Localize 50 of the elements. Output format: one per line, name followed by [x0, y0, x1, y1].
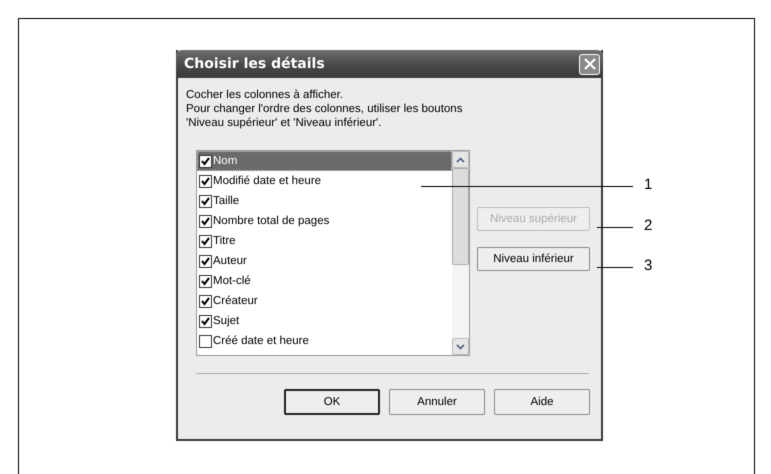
dialog-button[interactable]: Annuler	[389, 389, 485, 415]
list-item[interactable]: Nom	[197, 151, 452, 171]
window-title: Choisir les détails	[184, 56, 325, 72]
list-item[interactable]: Modifié date et heure	[197, 171, 452, 191]
dialog-button[interactable]: OK	[284, 389, 380, 415]
checkbox[interactable]	[199, 234, 212, 248]
item-label: Sujet	[213, 315, 240, 327]
checkbox[interactable]	[199, 214, 212, 228]
checkbox[interactable]	[199, 154, 212, 168]
item-label: Mot-clé	[213, 275, 251, 287]
list-item[interactable]: Taille	[197, 191, 452, 211]
leader-line	[597, 227, 633, 228]
scroll-thumb[interactable]	[452, 168, 469, 265]
scroll-down-icon[interactable]	[456, 344, 465, 350]
callout-number: 3	[644, 257, 652, 274]
list-item[interactable]: Auteur	[197, 251, 452, 271]
close-icon	[584, 58, 596, 70]
leader-line	[597, 267, 633, 268]
checkbox[interactable]	[199, 274, 212, 288]
callout-number: 1	[644, 176, 652, 193]
level-button[interactable]: Niveau inférieur	[477, 247, 590, 271]
list-item[interactable]: Créé date et heure	[197, 331, 452, 351]
checkbox[interactable]	[199, 294, 212, 308]
item-label: Nombre total de pages	[213, 215, 330, 227]
list-item[interactable]: Créateur	[197, 291, 452, 311]
list-item[interactable]: Titre	[197, 231, 452, 251]
list-item[interactable]: Nombre total de pages	[197, 211, 452, 231]
item-label: Titre	[213, 235, 236, 247]
dialog-button[interactable]: Aide	[494, 389, 590, 415]
instruction-text: Pour changer l'ordre des colonnes, utiliser les boutons	[186, 102, 464, 116]
list-item[interactable]: Sujet	[197, 311, 452, 331]
close-button[interactable]	[579, 54, 600, 74]
item-label: Nom	[213, 155, 238, 167]
instruction-text: Cocher les colonnes à afficher.	[186, 88, 344, 102]
item-label: Taille	[213, 195, 240, 207]
checkbox[interactable]	[199, 174, 212, 188]
instruction-text: 'Niveau supérieur' et 'Niveau inférieur'.	[186, 116, 382, 130]
list-item[interactable]: Mot-clé	[197, 271, 452, 291]
item-label: Modifié date et heure	[213, 175, 322, 187]
checkbox[interactable]	[199, 334, 212, 348]
item-label: Créé date et heure	[213, 335, 309, 347]
scroll-up-icon[interactable]	[456, 156, 465, 162]
item-label: Créateur	[213, 295, 258, 307]
checkbox[interactable]	[199, 194, 212, 208]
checkbox[interactable]	[199, 314, 212, 328]
checkbox[interactable]	[199, 254, 212, 268]
column-list[interactable]: Nom Modifié date et heure Taille Nombre total de pages Titre Auteur Mot-clé Créateur Sujet Créé date et heure	[196, 150, 470, 356]
callout-number: 2	[644, 217, 652, 234]
scrollbar[interactable]	[452, 151, 469, 355]
item-label: Auteur	[213, 255, 247, 267]
